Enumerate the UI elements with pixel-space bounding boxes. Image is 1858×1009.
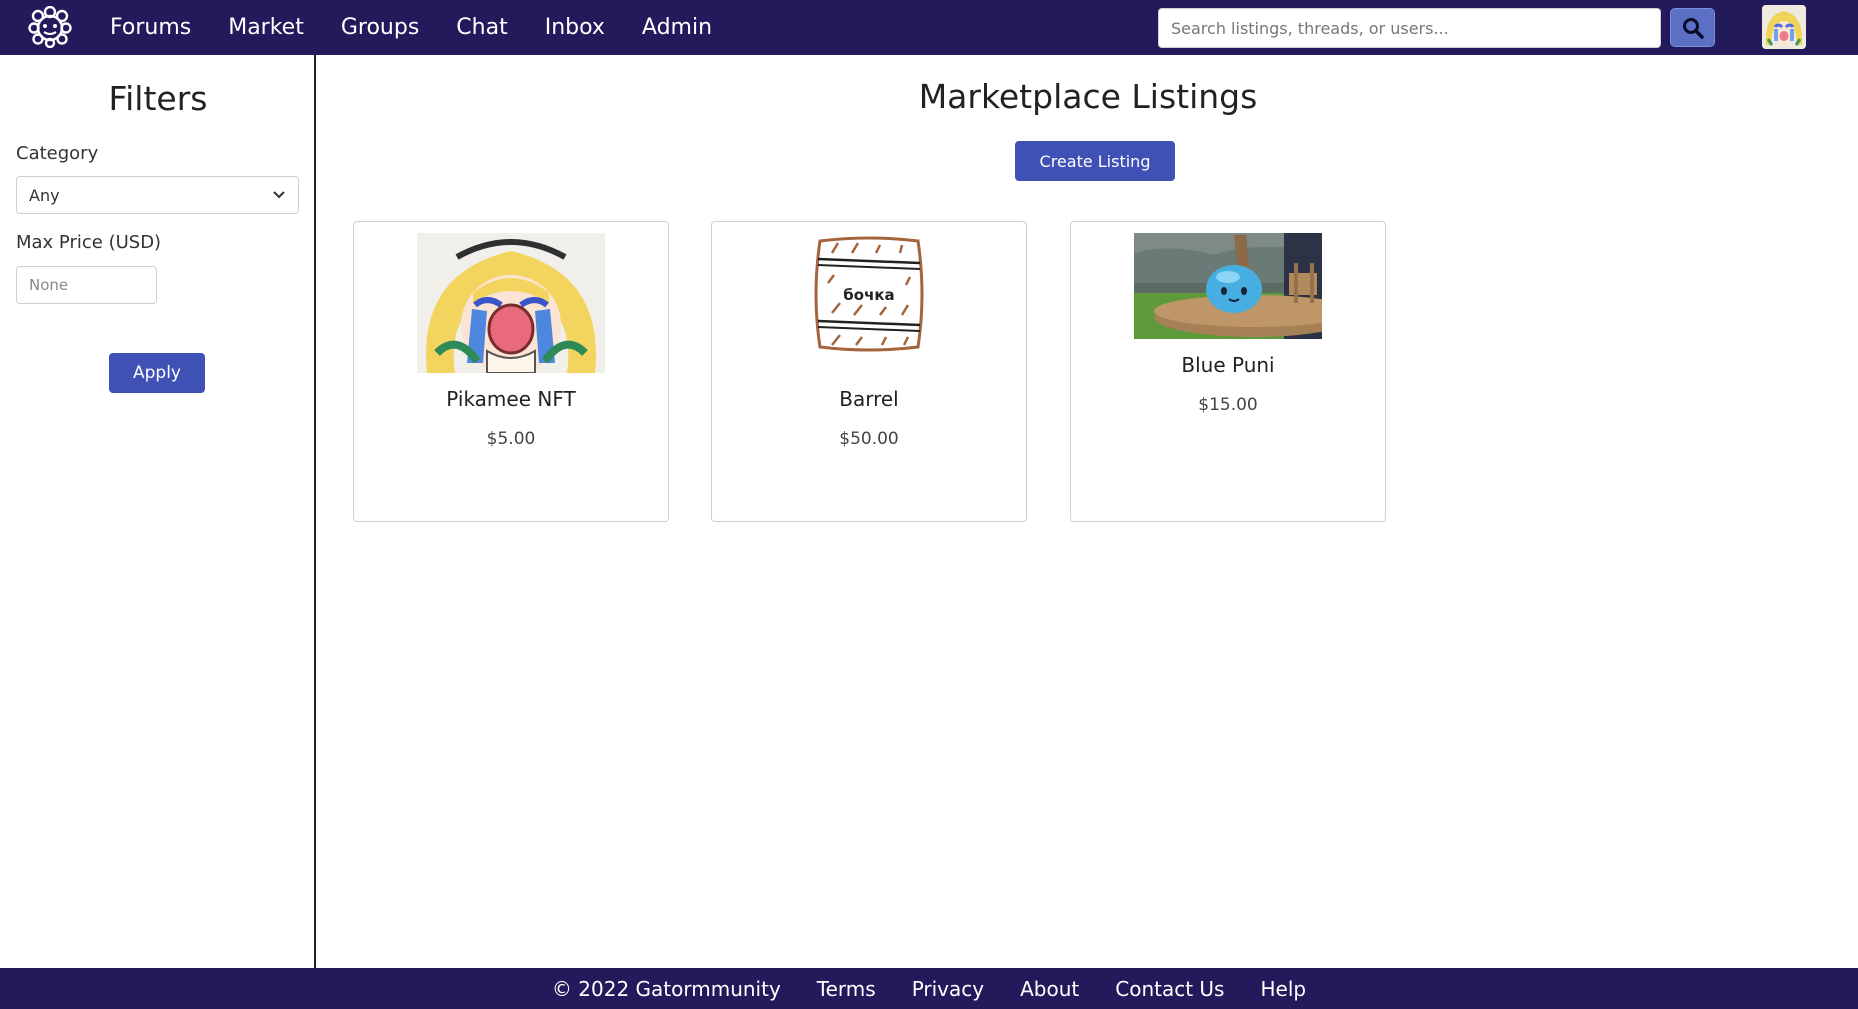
create-listing-button[interactable]: Create Listing	[1015, 141, 1175, 181]
listing-name: Blue Puni	[1181, 353, 1275, 377]
anime-crying-girl-image	[417, 233, 605, 373]
listing-card[interactable]: Pikamee NFT $5.00	[353, 221, 669, 522]
gator-paw-logo-icon[interactable]	[26, 6, 74, 48]
search-input[interactable]	[1158, 8, 1661, 48]
search-icon	[1682, 17, 1704, 39]
top-navbar: Forums Market Groups Chat Inbox Admin	[0, 0, 1858, 55]
filters-sidebar: Filters Category Any Max Price (USD) App…	[0, 55, 316, 968]
listing-price: $15.00	[1198, 395, 1258, 415]
listing-name: Pikamee NFT	[446, 387, 576, 411]
filters-title: Filters	[108, 79, 208, 118]
max-price-label: Max Price (USD)	[16, 232, 162, 253]
footer: © 2022 Gatormmunity Terms Privacy About …	[0, 968, 1858, 1009]
user-avatar[interactable]	[1762, 5, 1806, 49]
main-nav: Forums Market Groups Chat Inbox Admin	[110, 0, 749, 55]
avatar-image	[1762, 5, 1806, 49]
barrel-label: бочка	[843, 286, 894, 304]
category-select[interactable]: Any	[16, 176, 299, 214]
listing-price: $50.00	[839, 429, 899, 449]
footer-link-terms[interactable]: Terms	[817, 977, 876, 1001]
footer-link-help[interactable]: Help	[1260, 977, 1306, 1001]
category-select-value: Any	[29, 185, 60, 205]
listing-name: Barrel	[839, 387, 899, 411]
listing-price: $5.00	[486, 429, 536, 449]
nav-inbox[interactable]: Inbox	[545, 15, 605, 40]
footer-link-privacy[interactable]: Privacy	[912, 977, 984, 1001]
nav-groups[interactable]: Groups	[341, 15, 419, 40]
listing-card[interactable]: бочка Barrel $50.00	[711, 221, 1027, 522]
apply-button[interactable]: Apply	[109, 353, 205, 393]
nav-market[interactable]: Market	[228, 15, 304, 40]
footer-copyright: © 2022 Gatormmunity	[551, 976, 781, 1001]
nav-admin[interactable]: Admin	[642, 15, 712, 40]
chevron-down-icon	[273, 191, 285, 199]
category-label: Category	[16, 143, 99, 164]
nav-forums[interactable]: Forums	[110, 15, 191, 40]
nav-chat[interactable]: Chat	[456, 15, 507, 40]
barrel-sketch-image: бочка	[810, 233, 928, 357]
page-title: Marketplace Listings	[918, 77, 1258, 116]
blue-puni-image	[1134, 233, 1322, 339]
max-price-input[interactable]	[16, 266, 157, 304]
footer-link-about[interactable]: About	[1020, 977, 1079, 1001]
listing-card[interactable]: Blue Puni $15.00	[1070, 221, 1386, 522]
search-button[interactable]	[1670, 8, 1715, 47]
footer-link-contact[interactable]: Contact Us	[1115, 977, 1224, 1001]
